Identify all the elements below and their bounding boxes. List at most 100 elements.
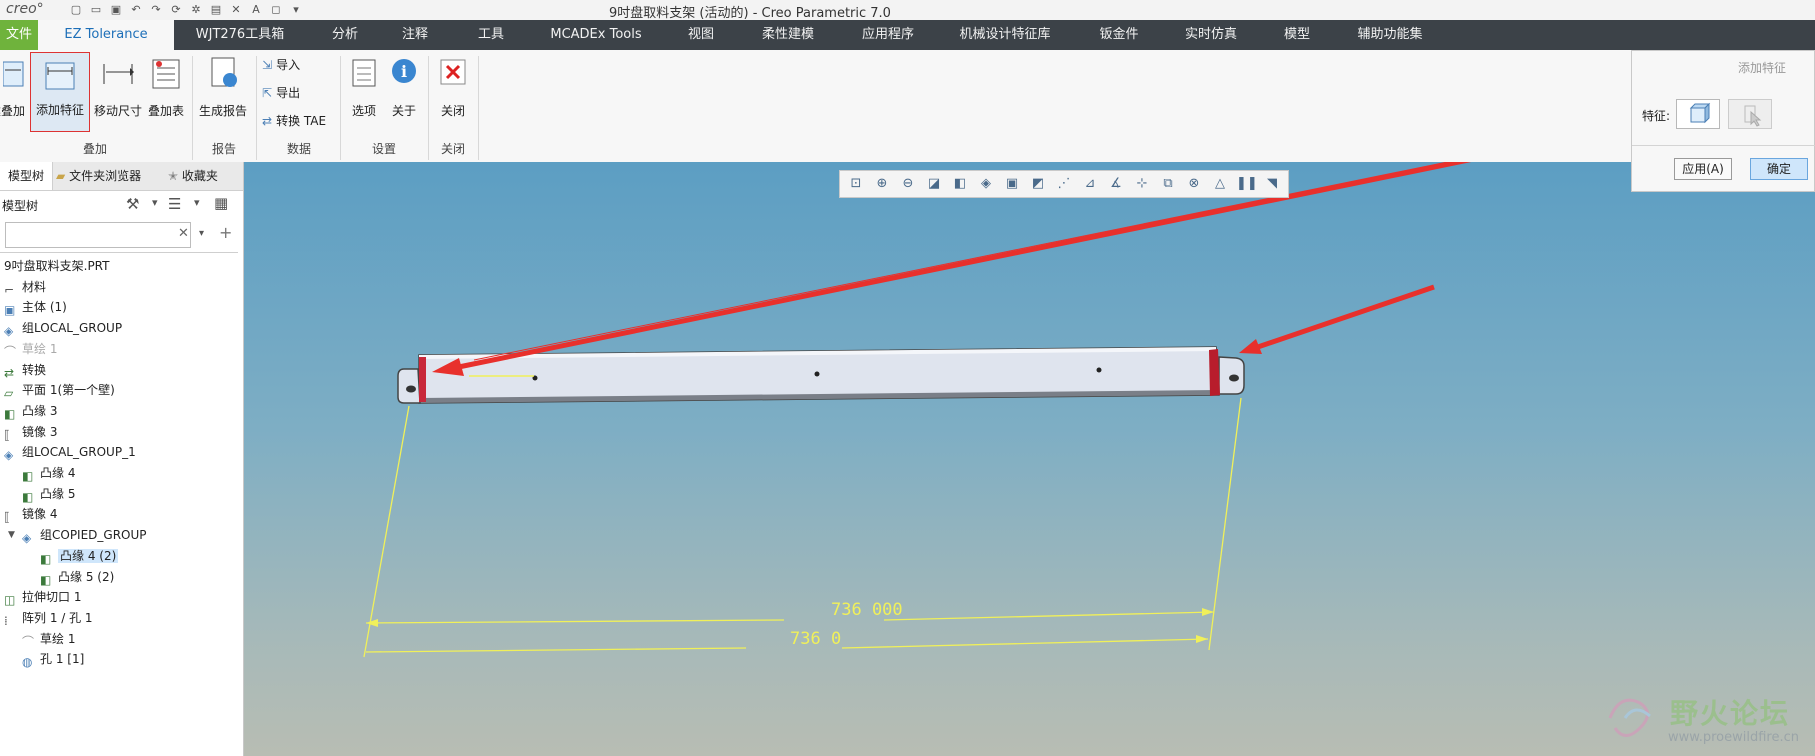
flange-icon: ◧ xyxy=(40,552,52,566)
model-canvas[interactable]: 736 000 736 0 xyxy=(244,162,1815,756)
tree-item[interactable]: ▼ ◈ 组COPIED_GROUP xyxy=(8,525,147,545)
tab-view[interactable]: 视图 xyxy=(672,20,730,50)
tree-item-label: 凸缘 5 (2) xyxy=(58,570,115,584)
tree-item[interactable]: ⟦ 镜像 3 xyxy=(4,422,57,442)
ribbon-tab-bar: 文件 EZ Tolerance WJT276工具箱 分析 注释 工具 MCADE… xyxy=(0,20,1815,50)
tab-file[interactable]: 文件 xyxy=(0,20,38,50)
close-button[interactable]: 关闭 xyxy=(432,56,474,119)
add-feature-button[interactable]: 添加特征 xyxy=(30,52,90,132)
add-filter-icon[interactable]: + xyxy=(219,223,232,242)
tab-annotate[interactable]: 注释 xyxy=(386,20,444,50)
tree-item[interactable]: ⟦ 镜像 4 xyxy=(4,504,57,524)
flange-icon: ◧ xyxy=(4,407,16,421)
tree-item[interactable]: ◧ 凸缘 5 (2) xyxy=(40,567,114,587)
graphics-viewport[interactable]: 736 000 736 0 xyxy=(244,162,1815,756)
convert-tae-button[interactable]: ⇄ 转换 TAE xyxy=(262,112,326,129)
tab-flexible-modeling[interactable]: 柔性建模 xyxy=(748,20,828,50)
left-tab-hole xyxy=(406,385,416,393)
apply-button[interactable]: 应用(A) xyxy=(1674,158,1732,180)
tab-tools[interactable]: 工具 xyxy=(462,20,520,50)
perspective-icon[interactable]: ◩ xyxy=(1028,174,1048,194)
pause-icon[interactable]: ❚❚ xyxy=(1236,174,1258,194)
tree-header: 模型树 ⚒ ▾ ☰ ▾ ▦ xyxy=(0,192,243,218)
tree-item[interactable]: ◈ 组LOCAL_GROUP xyxy=(4,318,122,338)
tree-search-input[interactable] xyxy=(5,222,191,248)
tree-item[interactable]: 9吋盘取料支架.PRT xyxy=(4,256,109,276)
tab-sheetmetal[interactable]: 钣金件 xyxy=(1088,20,1150,50)
tree-settings-icon[interactable]: ⚒ xyxy=(126,195,139,213)
tab-wjt276[interactable]: WJT276工具箱 xyxy=(184,20,296,50)
tab-favorites[interactable]: ✭ 收藏夹 xyxy=(168,162,242,190)
feature-pick-button[interactable] xyxy=(1728,99,1772,129)
hide-toolbar-icon[interactable]: ◥ xyxy=(1262,174,1282,194)
dimension-lower-text[interactable]: 736 0 xyxy=(790,629,841,649)
tree-item[interactable]: ◧ 凸缘 3 xyxy=(4,401,57,421)
tree-item[interactable]: ◧ 凸缘 4 (2) xyxy=(40,546,119,566)
ok-button[interactable]: 确定 xyxy=(1750,158,1808,180)
dim-arrow xyxy=(1202,608,1214,616)
tab-mech-feature-lib[interactable]: 机械设计特征库 xyxy=(950,20,1060,50)
tab-analysis[interactable]: 分析 xyxy=(316,20,374,50)
expand-toggle-icon[interactable]: ▼ xyxy=(8,525,15,545)
tab-model-tree[interactable]: 模型树 xyxy=(0,162,53,190)
repaint-icon[interactable]: ◪ xyxy=(924,174,944,194)
tree-item[interactable]: ⌐ 材料 xyxy=(4,277,46,297)
filter-icon[interactable]: ⊗ xyxy=(1184,174,1204,194)
tab-folder-browser[interactable]: ▰ 文件夹浏览器 xyxy=(56,162,164,190)
tree-item[interactable]: ⁞ 阵列 1 / 孔 1 xyxy=(4,608,93,628)
section-icon[interactable]: ⋰ xyxy=(1054,174,1074,194)
extrude-cut-icon: ◫ xyxy=(4,593,16,607)
tab-live-simulation[interactable]: 实时仿真 xyxy=(1172,20,1250,50)
about-button[interactable]: i 关于 xyxy=(384,56,424,119)
tree-item[interactable]: ⇄ 转换 xyxy=(4,360,46,380)
annotation-display-icon[interactable]: ∡ xyxy=(1106,174,1126,194)
graphics-toolbar: ⊡ ⊕ ⊖ ◪ ◧ ◈ ▣ ◩ ⋰ ⊿ ∡ ⊹ ⧉ ⊗ △ ❚❚ ◥ xyxy=(839,170,1289,198)
group-label-stack: 叠加 xyxy=(82,142,107,156)
generate-report-button[interactable]: 生成报告 xyxy=(196,56,250,119)
chevron-down-icon[interactable]: ▾ xyxy=(152,196,158,209)
move-dimension-button[interactable]: 移动尺寸 xyxy=(92,56,144,119)
tree-item[interactable]: ⌒ 草绘 1 xyxy=(22,629,75,649)
options-button[interactable]: 选项 xyxy=(344,56,384,119)
appearance-icon[interactable]: ⧉ xyxy=(1158,174,1178,194)
clear-search-icon[interactable]: ✕ xyxy=(178,226,189,241)
window-title: 9吋盘取料支架 (活动的) - Creo Parametric 7.0 xyxy=(609,6,891,21)
tree-item[interactable]: ◫ 拉伸切口 1 xyxy=(4,587,81,607)
zoom-out-icon[interactable]: ⊖ xyxy=(898,174,918,194)
tree-item[interactable]: ◧ 凸缘 5 xyxy=(22,484,75,504)
tree-filter-icon[interactable]: ☰ xyxy=(168,195,181,213)
view-manager-icon[interactable]: ▣ xyxy=(1002,174,1022,194)
tab-applications[interactable]: 应用程序 xyxy=(848,20,928,50)
datum-display-icon[interactable]: ⊿ xyxy=(1080,174,1100,194)
stack-table-button[interactable]: 叠加表 xyxy=(144,56,188,119)
feature-selector-box[interactable] xyxy=(1676,99,1720,129)
feature-cube-icon xyxy=(1689,102,1711,124)
search-options-chevron-icon[interactable]: ▾ xyxy=(199,228,204,239)
display-style-icon[interactable]: ◧ xyxy=(950,174,970,194)
dimension-upper-text[interactable]: 736 000 xyxy=(831,600,903,620)
tree-item[interactable]: ◧ 凸缘 4 xyxy=(22,463,75,483)
tab-mcadex-tools[interactable]: MCADEx Tools xyxy=(536,20,656,50)
stack-button[interactable]: 建叠加 xyxy=(0,56,28,119)
side-panel-tabs: 模型树 ▰ 文件夹浏览器 ✭ 收藏夹 xyxy=(0,162,243,191)
zoom-in-icon[interactable]: ⊕ xyxy=(872,174,892,194)
warning-icon[interactable]: △ xyxy=(1210,174,1230,194)
spin-center-icon[interactable]: ⊹ xyxy=(1132,174,1152,194)
tree-item[interactable]: ▱ 平面 1(第一个壁) xyxy=(4,380,115,400)
tab-aux-functions[interactable]: 辅助功能集 xyxy=(1342,20,1438,50)
refit-icon[interactable]: ⊡ xyxy=(846,174,866,194)
tab-model[interactable]: 模型 xyxy=(1272,20,1322,50)
export-button[interactable]: ⇱ 导出 xyxy=(262,84,300,101)
tree-item-label: 主体 (1) xyxy=(22,300,67,314)
tree-item[interactable]: ⌒ 草绘 1 xyxy=(4,339,57,359)
import-button[interactable]: ⇲ 导入 xyxy=(262,56,300,73)
tree-item[interactable]: ▣ 主体 (1) xyxy=(4,297,67,317)
tree-columns-icon[interactable]: ▦ xyxy=(214,194,228,212)
group-icon: ◈ xyxy=(22,531,32,545)
chevron-down-icon[interactable]: ▾ xyxy=(194,196,200,209)
tab-ez-tolerance[interactable]: EZ Tolerance xyxy=(38,20,174,50)
saved-views-icon[interactable]: ◈ xyxy=(976,174,996,194)
tree-item-label: 草绘 1 xyxy=(40,632,76,646)
tree-item[interactable]: ◍ 孔 1 [1] xyxy=(22,649,84,669)
tree-item[interactable]: ◈ 组LOCAL_GROUP_1 xyxy=(4,442,136,462)
